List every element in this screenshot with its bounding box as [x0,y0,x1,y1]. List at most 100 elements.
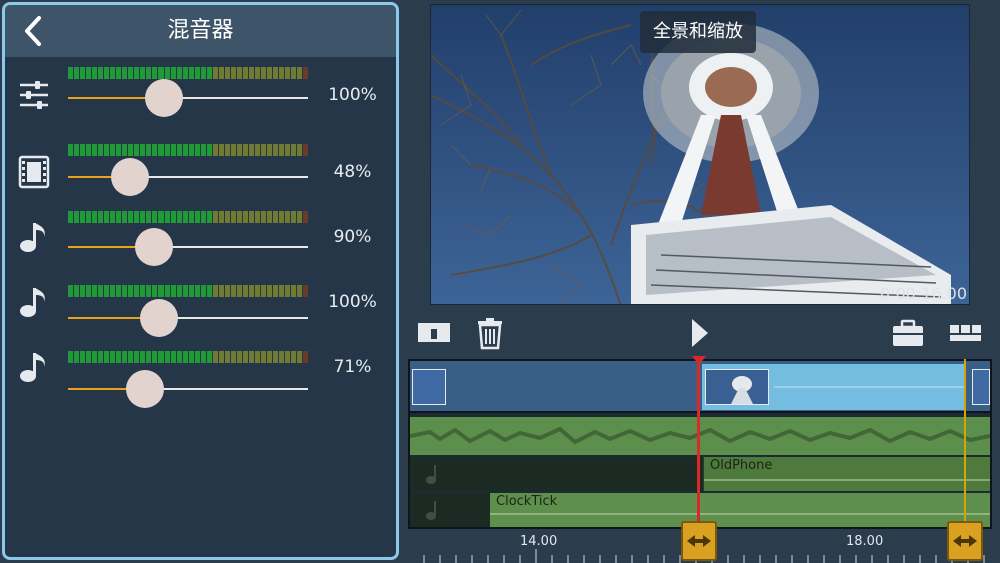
timeline[interactable]: OldPhone ClockTick [408,359,992,529]
audio-waveform-line [774,386,964,388]
space-needle-thumbnail-image [731,376,753,404]
slider-thumb[interactable] [111,158,150,196]
playhead[interactable] [697,359,700,531]
meter-segment [116,211,122,223]
meter-segment [200,285,206,297]
toolbox-icon[interactable] [891,315,925,351]
meter-segment [176,351,182,363]
meter-segment [92,144,98,156]
meter-segment [68,144,74,156]
meter-segment [273,144,279,156]
meter-segment [74,211,80,223]
meter-segment [146,285,152,297]
meter-segment [188,144,194,156]
meter-segment [254,211,260,223]
meter-segment [164,144,170,156]
video-track[interactable] [410,361,990,413]
volume-percent: 48% [333,162,372,182]
meter-segment [122,211,128,223]
meter-segment [152,211,158,223]
meter-segment [285,351,291,363]
video-clip-selected[interactable] [702,364,964,410]
meter-segment [164,351,170,363]
audio-track-main[interactable] [409,417,991,455]
play-icon[interactable] [688,315,712,351]
meter-segment [134,144,140,156]
meter-segment [224,211,230,223]
slider-thumb[interactable] [125,370,164,408]
meter-segment [218,211,224,223]
volume-slider[interactable] [68,227,308,267]
volume-percent: 90% [333,227,372,247]
meter-segment [206,211,212,223]
meter-segment [74,144,80,156]
meter-segment [98,285,104,297]
volume-slider[interactable] [68,298,308,338]
volume-slider[interactable] [68,78,308,118]
meter-segment [104,351,110,363]
meter-segment [116,351,122,363]
back-icon[interactable] [17,13,53,49]
volume-percent: 100% [328,85,377,105]
meter-segment [74,285,80,297]
meter-segment [273,211,279,223]
meter-segment [116,285,122,297]
slider-thumb[interactable] [145,79,183,117]
meter-segment [291,351,297,363]
meter-segment [212,351,218,363]
audio-track-2[interactable]: OldPhone [410,457,990,491]
meter-segment [164,285,170,297]
split-clip-icon[interactable] [416,315,452,351]
meter-segment [218,144,224,156]
audio-waveform [409,426,991,445]
ruler-label: 14.00 [520,534,558,549]
meter-segment [104,211,110,223]
meter-segment [279,285,285,297]
volume-slider[interactable] [68,369,308,409]
volume-slider[interactable] [68,157,308,197]
meter-segment [152,351,158,363]
meter-segment [68,351,74,363]
ruler-label: 18.00 [846,534,884,549]
meter-segment [92,285,98,297]
meter-segment [158,285,164,297]
meter-segment [164,211,170,223]
meter-segment [236,351,242,363]
music-note-icon [426,465,436,484]
audio-clip-oldphone[interactable]: OldPhone [703,457,990,491]
meter-segment [230,144,236,156]
video-preview[interactable]: 全景和缩放 0:00:16.00 [430,4,970,305]
meter-segment [297,211,303,223]
meter-segment [122,144,128,156]
meter-segment [140,285,146,297]
meter-segment [218,351,224,363]
meter-segment [110,351,116,363]
video-clip-thumbnail[interactable] [412,369,446,405]
slider-thumb[interactable] [135,228,174,266]
mixer-header: 混音器 [5,5,396,57]
meter-segment [158,144,164,156]
storyboard-icon[interactable] [948,315,982,351]
meter-segment [86,144,92,156]
meter-segment [80,285,86,297]
meter-segment [291,211,297,223]
trim-handle-right[interactable] [947,521,983,561]
level-meter [68,351,309,363]
meter-segment [92,211,98,223]
trim-handle-left[interactable] [681,521,717,561]
meter-segment [224,144,230,156]
trash-icon[interactable] [476,315,504,351]
slider-thumb[interactable] [140,299,179,337]
meter-segment [224,351,230,363]
meter-segment [236,144,242,156]
video-clip-thumbnail[interactable] [972,369,990,405]
meter-segment [212,211,218,223]
meter-segment [104,144,110,156]
meter-segment [230,351,236,363]
audio-clip-clocktick[interactable]: ClockTick [490,493,990,527]
meter-segment [128,351,134,363]
pan-zoom-button[interactable]: 全景和缩放 [640,11,756,53]
meter-segment [98,144,104,156]
meter-segment [170,351,176,363]
meter-segment [206,144,212,156]
